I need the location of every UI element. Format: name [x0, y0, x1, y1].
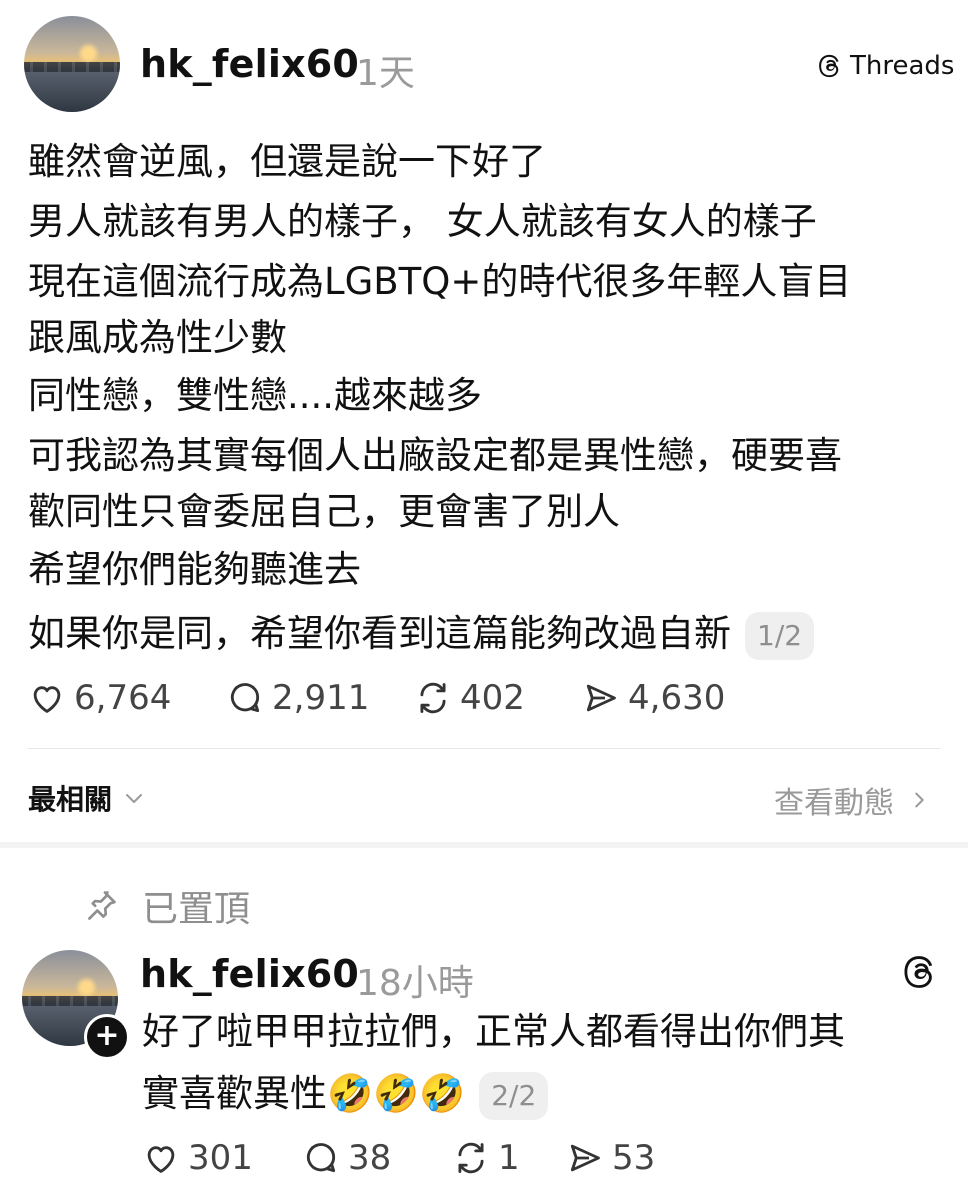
like-count: 6,764 [74, 678, 172, 718]
post-timestamp: 1天 [356, 53, 415, 94]
repost-icon [420, 682, 446, 714]
comment-icon [306, 1143, 336, 1173]
page-badge: 1/2 [745, 611, 815, 660]
share-count: 53 [612, 1138, 656, 1178]
chevron-right-icon [915, 792, 924, 808]
post-text-line: 男人就該有男人的樣子， 女人就該有女人的樣子 [28, 200, 817, 243]
send-icon [570, 1144, 600, 1172]
reply-username[interactable]: hk_felix60 [140, 952, 359, 996]
post-text-line: 可我認為其實每個人出廠設定都是異性戀，硬要喜 [28, 434, 842, 477]
repost-icon [458, 1142, 484, 1174]
pinned-label: 已置頂 [142, 889, 251, 930]
share-count: 4,630 [628, 678, 726, 718]
section-separator [0, 842, 968, 848]
repost-count: 1 [498, 1138, 520, 1178]
heart-icon [147, 1146, 175, 1173]
share-button[interactable]: 4,630 [582, 678, 725, 718]
comment-button[interactable]: 2,911 [226, 678, 369, 718]
share-button[interactable]: 53 [566, 1138, 655, 1178]
threads-logo-icon [819, 54, 839, 78]
pin-icon [88, 891, 116, 920]
threads-label: Threads [850, 51, 955, 81]
post-text: 如果你是同，希望你看到這篇能夠改過自新 [28, 612, 731, 655]
repost-button[interactable]: 402 [414, 678, 525, 718]
threads-logo-icon[interactable] [900, 952, 940, 992]
post-text-line: 希望你們能夠聽進去 [28, 548, 361, 591]
repost-button[interactable]: 1 [452, 1138, 520, 1178]
chevron-down-icon [126, 794, 143, 803]
threads-link[interactable]: Threads [816, 46, 954, 86]
heart-icon [33, 686, 61, 713]
reply-text-line-last: 實喜歡異性🤣🤣🤣 2/2 [142, 1070, 549, 1120]
view-activity-link[interactable]: 查看動態 [774, 778, 930, 822]
like-count: 301 [188, 1138, 253, 1178]
post-text-line: 現在這個流行成為LGBTQ+的時代很多年輕人盲目 [28, 260, 852, 303]
pinned-indicator: 已置頂 [82, 880, 250, 932]
follow-button[interactable]: + [84, 1014, 130, 1060]
post-text-line: 同性戀，雙性戀....越來越多 [28, 374, 483, 417]
like-button[interactable]: 301 [142, 1138, 253, 1178]
repost-count: 402 [460, 678, 525, 718]
author-username[interactable]: hk_felix60 [140, 42, 359, 86]
activity-label: 查看動態 [774, 786, 894, 821]
reply-text: 實喜歡異性🤣🤣🤣 [142, 1072, 466, 1115]
sort-dropdown[interactable]: 最相關 [28, 778, 146, 818]
author-avatar[interactable] [24, 16, 120, 112]
send-icon [586, 684, 616, 712]
post-text-line: 跟風成為性少數 [28, 316, 287, 359]
divider [28, 748, 940, 749]
comment-count: 2,911 [272, 678, 370, 718]
comment-count: 38 [348, 1138, 392, 1178]
sort-label: 最相關 [28, 783, 113, 816]
page-badge: 2/2 [479, 1071, 549, 1120]
comment-icon [230, 683, 260, 713]
post-text-line-last: 如果你是同，希望你看到這篇能夠改過自新 1/2 [28, 610, 815, 660]
comment-button[interactable]: 38 [302, 1138, 391, 1178]
reply-timestamp: 18小時 [356, 963, 474, 1004]
reply-text-line: 好了啦甲甲拉拉們，正常人都看得出你們其 [142, 1010, 845, 1053]
post-text-line: 歡同性只會委屈自己，更會害了別人 [28, 490, 620, 533]
like-button[interactable]: 6,764 [28, 678, 171, 718]
post-text-line: 雖然會逆風，但還是說一下好了 [28, 140, 546, 183]
